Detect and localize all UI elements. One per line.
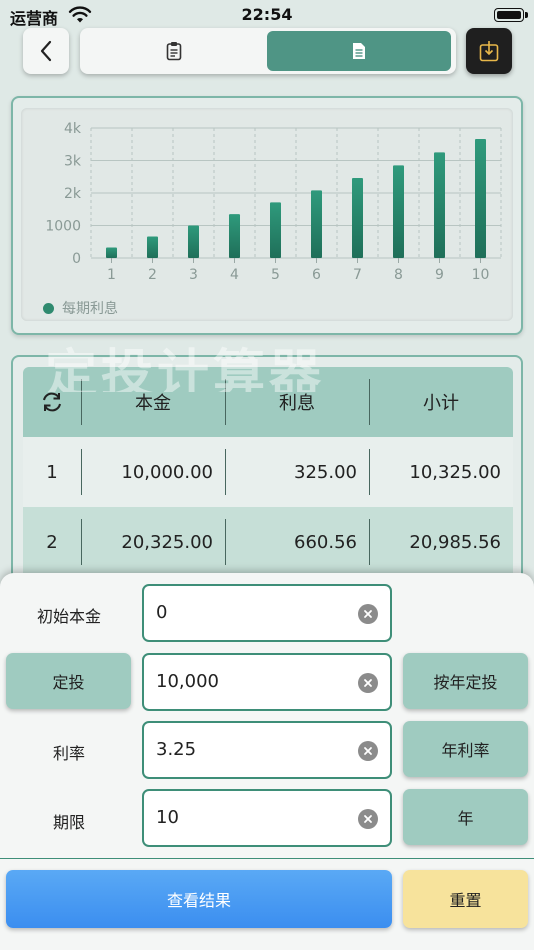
x-tick-label: 3 — [189, 267, 198, 283]
schedule-table: 本金 利息 小计 1 10,000.00 325.00 10,325.00 2 … — [23, 367, 513, 577]
bar — [434, 152, 445, 258]
download-tray-icon — [479, 41, 499, 62]
chart-panel: 0 1000 2k 3k 4k 1 2 3 4 5 6 7 8 9 10 每期利息 — [21, 108, 513, 321]
rate-label: 利率 — [52, 744, 85, 763]
back-button[interactable] — [23, 28, 69, 74]
row-index: 2 — [46, 531, 58, 553]
initial-principal-field[interactable]: 0 — [142, 584, 392, 642]
period-value: 10 — [156, 807, 179, 828]
bar — [311, 190, 322, 258]
y-tick-label: 0 — [72, 251, 81, 267]
table-row: 1 10,000.00 325.00 10,325.00 — [23, 437, 513, 507]
interest-cell: 660.56 — [225, 507, 369, 577]
x-tick-label: 2 — [148, 267, 157, 283]
x-tick-label: 8 — [394, 267, 403, 283]
period-field[interactable]: 10 — [142, 789, 392, 847]
initial-principal-label: 初始本金 — [36, 607, 101, 626]
x-tick-label: 6 — [312, 267, 321, 283]
fixed-amount-field[interactable]: 10,000 — [142, 653, 392, 711]
input-sheet: 初始本金 0 定投 10,000 按年定投 利率 3.25 年利率 期限 10 … — [0, 573, 534, 950]
legend-swatch — [43, 302, 54, 314]
period-unit-button[interactable]: 年 — [403, 789, 528, 845]
tab-input[interactable] — [84, 31, 264, 71]
y-tick-label: 1000 — [45, 219, 81, 235]
document-icon — [353, 43, 365, 59]
clear-icon[interactable] — [358, 809, 378, 829]
bar — [270, 202, 281, 258]
clear-icon[interactable] — [358, 741, 378, 761]
chart-card: 0 1000 2k 3k 4k 1 2 3 4 5 6 7 8 9 10 每期利息 — [11, 96, 523, 335]
y-tick-label: 2k — [64, 186, 82, 202]
initial-principal-value: 0 — [156, 602, 168, 623]
reset-button[interactable]: 重置 — [403, 870, 528, 928]
rate-field[interactable]: 3.25 — [142, 721, 392, 779]
fixed-investment-button[interactable]: 定投 — [6, 653, 131, 709]
x-tick-label: 10 — [472, 267, 490, 283]
view-segmented-control — [80, 28, 456, 74]
interest-cell: 325.00 — [225, 437, 369, 507]
principal-cell: 10,000.00 — [81, 437, 225, 507]
bar — [352, 178, 363, 258]
row-index: 1 — [46, 461, 58, 483]
investment-frequency-button[interactable]: 按年定投 — [403, 653, 528, 709]
rate-value: 3.25 — [156, 739, 197, 760]
bar — [475, 139, 486, 258]
y-tick-label: 4k — [64, 121, 82, 137]
x-tick-label: 1 — [107, 267, 116, 283]
refresh-icon — [43, 392, 61, 412]
clear-icon[interactable] — [358, 604, 378, 624]
bar — [229, 214, 240, 258]
sheet-divider — [0, 858, 534, 859]
clear-icon[interactable] — [358, 673, 378, 693]
clock: 22:54 — [241, 5, 293, 24]
bar — [106, 247, 117, 258]
x-tick-label: 5 — [271, 267, 280, 283]
bar — [147, 236, 158, 258]
subtotal-cell: 10,325.00 — [369, 437, 513, 507]
bar — [188, 225, 199, 258]
principal-cell: 20,325.00 — [81, 507, 225, 577]
period-label: 期限 — [52, 813, 85, 832]
chevron-left-icon — [40, 40, 52, 62]
status-bar: 运营商 22:54 — [0, 0, 534, 30]
view-result-button[interactable]: 查看结果 — [6, 870, 392, 928]
clipboard-icon — [166, 42, 182, 61]
export-button[interactable] — [466, 28, 512, 74]
y-tick-label: 3k — [64, 154, 82, 170]
chart-legend: 每期利息 — [43, 298, 118, 318]
fixed-amount-value: 10,000 — [156, 671, 219, 692]
battery-icon — [494, 8, 528, 22]
rate-type-button[interactable]: 年利率 — [403, 721, 528, 777]
bar — [393, 165, 404, 258]
x-tick-label: 4 — [230, 267, 239, 283]
legend-label: 每期利息 — [62, 301, 118, 317]
app-watermark: 定投计算器 — [45, 345, 326, 392]
table-row: 2 20,325.00 660.56 20,985.56 — [23, 507, 513, 577]
x-tick-label: 9 — [435, 267, 444, 283]
interest-bar-chart: 0 1000 2k 3k 4k 1 2 3 4 5 6 7 8 9 10 — [45, 121, 502, 283]
subtotal-cell: 20,985.56 — [369, 507, 513, 577]
tab-result[interactable] — [267, 31, 451, 71]
x-tick-label: 7 — [353, 267, 362, 283]
